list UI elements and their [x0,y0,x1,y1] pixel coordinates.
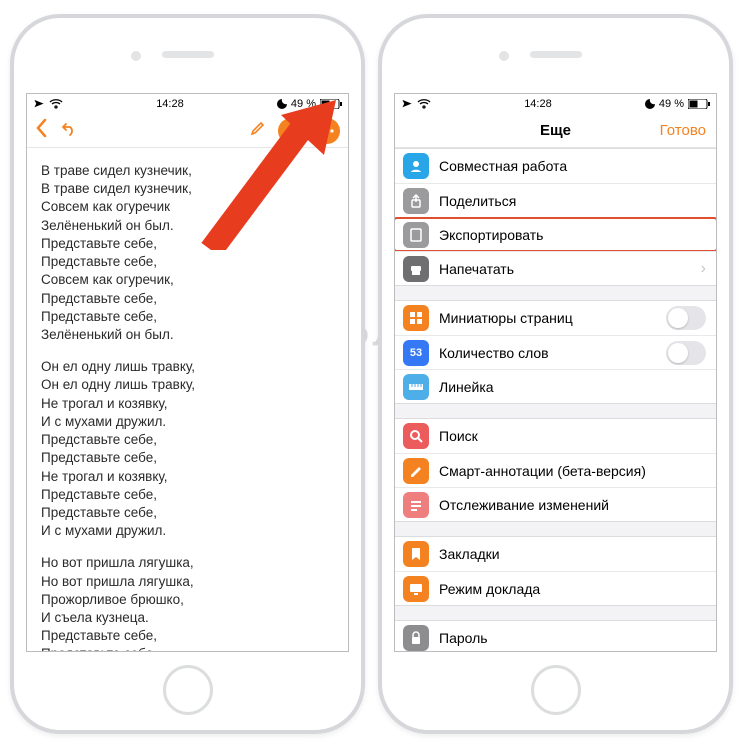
right-screen: 14:28 49 % Еще Готово Совместная работа П… [394,93,717,652]
done-button[interactable]: Готово [660,122,706,139]
menu-item-label: Напечатать [439,261,701,277]
chevron-right-icon: › [701,260,706,278]
menu-item-search[interactable]: Поиск [395,419,716,453]
53-icon: 53 [403,340,429,366]
annotation-highlight [395,217,716,252]
status-bar-r: 14:28 49 % [395,94,716,114]
present-icon [403,576,429,602]
menu-item-annot[interactable]: Смарт-аннотации (бета-версия) [395,453,716,487]
thumbs-icon [403,305,429,331]
toggle[interactable] [666,341,706,365]
airplane-icon [33,99,45,110]
lock-icon [403,625,429,651]
print-icon [403,256,429,282]
menu-item-label: Количество слов [439,345,666,361]
menu-item-label: Закладки [439,546,706,562]
track-icon [403,492,429,518]
airplane-icon [401,99,413,110]
stanza: Он ел одну лишь травку,Он ел одну лишь т… [41,358,338,540]
menu-item-export[interactable]: Экспортировать [395,217,716,251]
search-icon [403,423,429,449]
menu-item-53[interactable]: 53 Количество слов [395,335,716,369]
menu-item-present[interactable]: Режим доклада [395,571,716,605]
toggle[interactable] [666,306,706,330]
battery-icon [688,99,710,109]
collab-icon [403,153,429,179]
menu-item-collab[interactable]: Совместная работа [395,149,716,183]
menu-item-share[interactable]: Поделиться [395,183,716,217]
wifi-icon [417,99,431,109]
menu-item-lock[interactable]: Пароль [395,621,716,651]
wifi-icon [49,99,63,109]
share-icon [403,188,429,214]
moon-icon [645,99,655,109]
menu-item-label: Режим доклада [439,581,706,597]
right-phone: 14:28 49 % Еще Готово Совместная работа П… [378,14,733,734]
menu-item-label: Пароль [439,630,706,646]
ruler-icon [403,374,429,400]
status-time: 14:28 [524,98,552,110]
menu-item-label: Миниатюры страниц [439,310,666,326]
menu-item-ruler[interactable]: Линейка [395,369,716,403]
menu-item-print[interactable]: Напечатать› [395,251,716,285]
undo-button[interactable] [59,120,77,141]
annot-icon [403,458,429,484]
menu-item-label: Поиск [439,428,706,444]
status-time: 14:28 [156,98,184,110]
menu-item-track[interactable]: Отслеживание изменений [395,487,716,521]
menu-item-label: Отслеживание изменений [439,497,706,513]
more-menu[interactable]: Совместная работа Поделиться Экспортироват… [395,148,716,651]
bookmark-icon [403,541,429,567]
menu-item-thumbs[interactable]: Миниатюры страниц [395,301,716,335]
annotation-arrow [186,100,336,250]
menu-item-label: Смарт-аннотации (бета-версия) [439,463,706,479]
menu-item-label: Поделиться [439,193,706,209]
more-navbar: Еще Готово [395,114,716,148]
more-title: Еще [540,122,571,139]
battery-text: 49 % [659,98,684,110]
menu-item-label: Линейка [439,379,706,395]
menu-item-label: Совместная работа [439,158,706,174]
stanza: Но вот пришла лягушка,Но вот пришла лягу… [41,554,338,652]
back-button[interactable] [35,118,49,143]
menu-item-bookmark[interactable]: Закладки [395,537,716,571]
